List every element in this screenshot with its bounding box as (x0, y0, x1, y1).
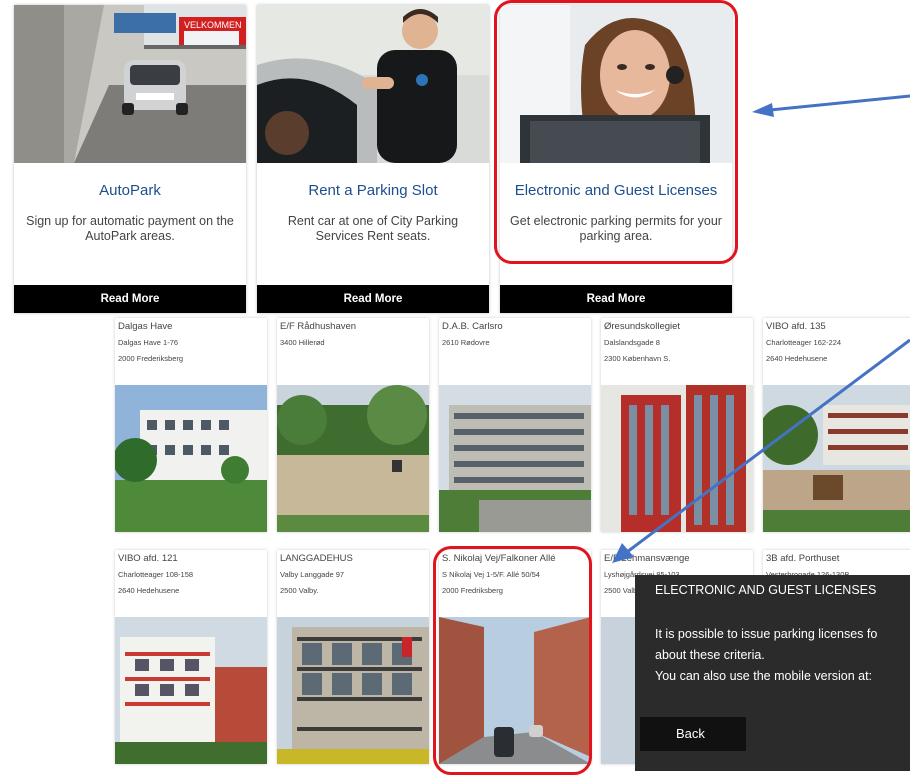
location-photo (115, 617, 267, 764)
location-tile[interactable]: D.A.B. Carlsro 2610 Rødovre (439, 318, 591, 532)
location-photo (439, 617, 591, 764)
back-button[interactable]: Back (640, 717, 746, 751)
autopark-title[interactable]: AutoPark (14, 182, 246, 199)
location-city: 2640 Hedehusene (766, 354, 828, 363)
location-address: S Nikolaj Vej 1-5/F. Allé 50/54 (442, 570, 540, 579)
location-name: VIBO afd. 135 (766, 321, 826, 332)
guest-licenses-title[interactable]: Electronic and Guest Licenses (500, 182, 732, 199)
location-name: 3B afd. Porthuset (766, 553, 840, 564)
location-photo (277, 617, 429, 764)
location-photo (763, 385, 910, 532)
location-tile[interactable]: S. Nikolaj Vej/Falkoner Allé S Nikolaj V… (439, 550, 591, 764)
location-address: Dalslandsgade 8 (604, 338, 660, 347)
guest-licenses-read-more-button[interactable]: Read More (500, 285, 732, 313)
location-photo (277, 385, 429, 532)
location-name: Øresundskollegiet (604, 321, 681, 332)
popup-text-line: about these criteria. (655, 648, 765, 662)
location-photo (439, 385, 591, 532)
velkommen-sign: VELKOMMEN (184, 20, 242, 30)
location-photo (601, 385, 753, 532)
location-name: D.A.B. Carlsro (442, 321, 503, 332)
location-city: 2000 Frederiksberg (118, 354, 184, 363)
location-address: 2610 Rødovre (442, 338, 490, 347)
rent-slot-image (257, 5, 489, 163)
location-city: 2640 Hedehusene (118, 586, 180, 595)
location-address: Dalgas Have 1-76 (118, 338, 179, 347)
location-name: S. Nikolaj Vej/Falkoner Allé (442, 553, 556, 564)
guest-licenses-image (500, 5, 732, 163)
rent-slot-title[interactable]: Rent a Parking Slot (257, 182, 489, 199)
autopark-description: Sign up for automatic payment on the Aut… (26, 214, 234, 243)
arrow-icon (752, 94, 910, 117)
location-city: 2500 Valby. (280, 586, 319, 595)
rent-slot-description: Rent car at one of City Parking Services… (287, 214, 459, 243)
autopark-image: VELKOMMEN (14, 5, 246, 163)
location-city: 2000 Fredriksberg (442, 586, 503, 595)
location-city: 2300 København S. (604, 354, 671, 363)
popup-text-line: You can also use the mobile version at: (655, 669, 873, 683)
location-address: Charlotteager 108-158 (118, 570, 194, 579)
guest-licenses-card: Electronic and Guest Licenses Get electr… (500, 5, 732, 313)
location-address: Charlotteager 162-224 (766, 338, 842, 347)
location-tile[interactable]: Øresundskollegiet Dalslandsgade 8 2300 K… (601, 318, 753, 532)
rent-slot-read-more-button[interactable]: Read More (257, 285, 489, 313)
location-photo (115, 385, 267, 532)
popup-text-line: It is possible to issue parking licenses… (655, 627, 878, 641)
rent-slot-card: Rent a Parking Slot Rent car at one of C… (257, 5, 489, 313)
location-tile[interactable]: Dalgas Have Dalgas Have 1-76 2000 Freder… (115, 318, 267, 532)
location-tile[interactable]: VIBO afd. 135 Charlotteager 162-224 2640… (763, 318, 910, 532)
location-tile[interactable]: E/F Rådhushaven 3400 Hillerød (277, 318, 429, 532)
location-name: VIBO afd. 121 (118, 553, 178, 564)
location-address: Valby Langgade 97 (280, 570, 345, 579)
autopark-read-more-button[interactable]: Read More (14, 285, 246, 313)
location-tile[interactable]: LANGGADEHUS Valby Langgade 97 2500 Valby… (277, 550, 429, 764)
location-name: Dalgas Have (118, 321, 173, 332)
autopark-card: VELKOMMEN AutoPark Sign up for automatic… (14, 5, 246, 313)
location-tile[interactable]: VIBO afd. 121 Charlotteager 108-158 2640… (115, 550, 267, 764)
guest-licenses-popup: ELECTRONIC AND GUEST LICENSES It is poss… (635, 575, 910, 771)
location-address: 3400 Hillerød (280, 338, 325, 347)
location-name: E/F Rådhushaven (280, 321, 357, 332)
popup-title: ELECTRONIC AND GUEST LICENSES (655, 583, 877, 597)
location-name: LANGGADEHUS (280, 553, 353, 564)
guest-licenses-description: Get electronic parking permits for your … (510, 214, 722, 243)
location-name: E/F Lehmansvænge (604, 553, 690, 564)
